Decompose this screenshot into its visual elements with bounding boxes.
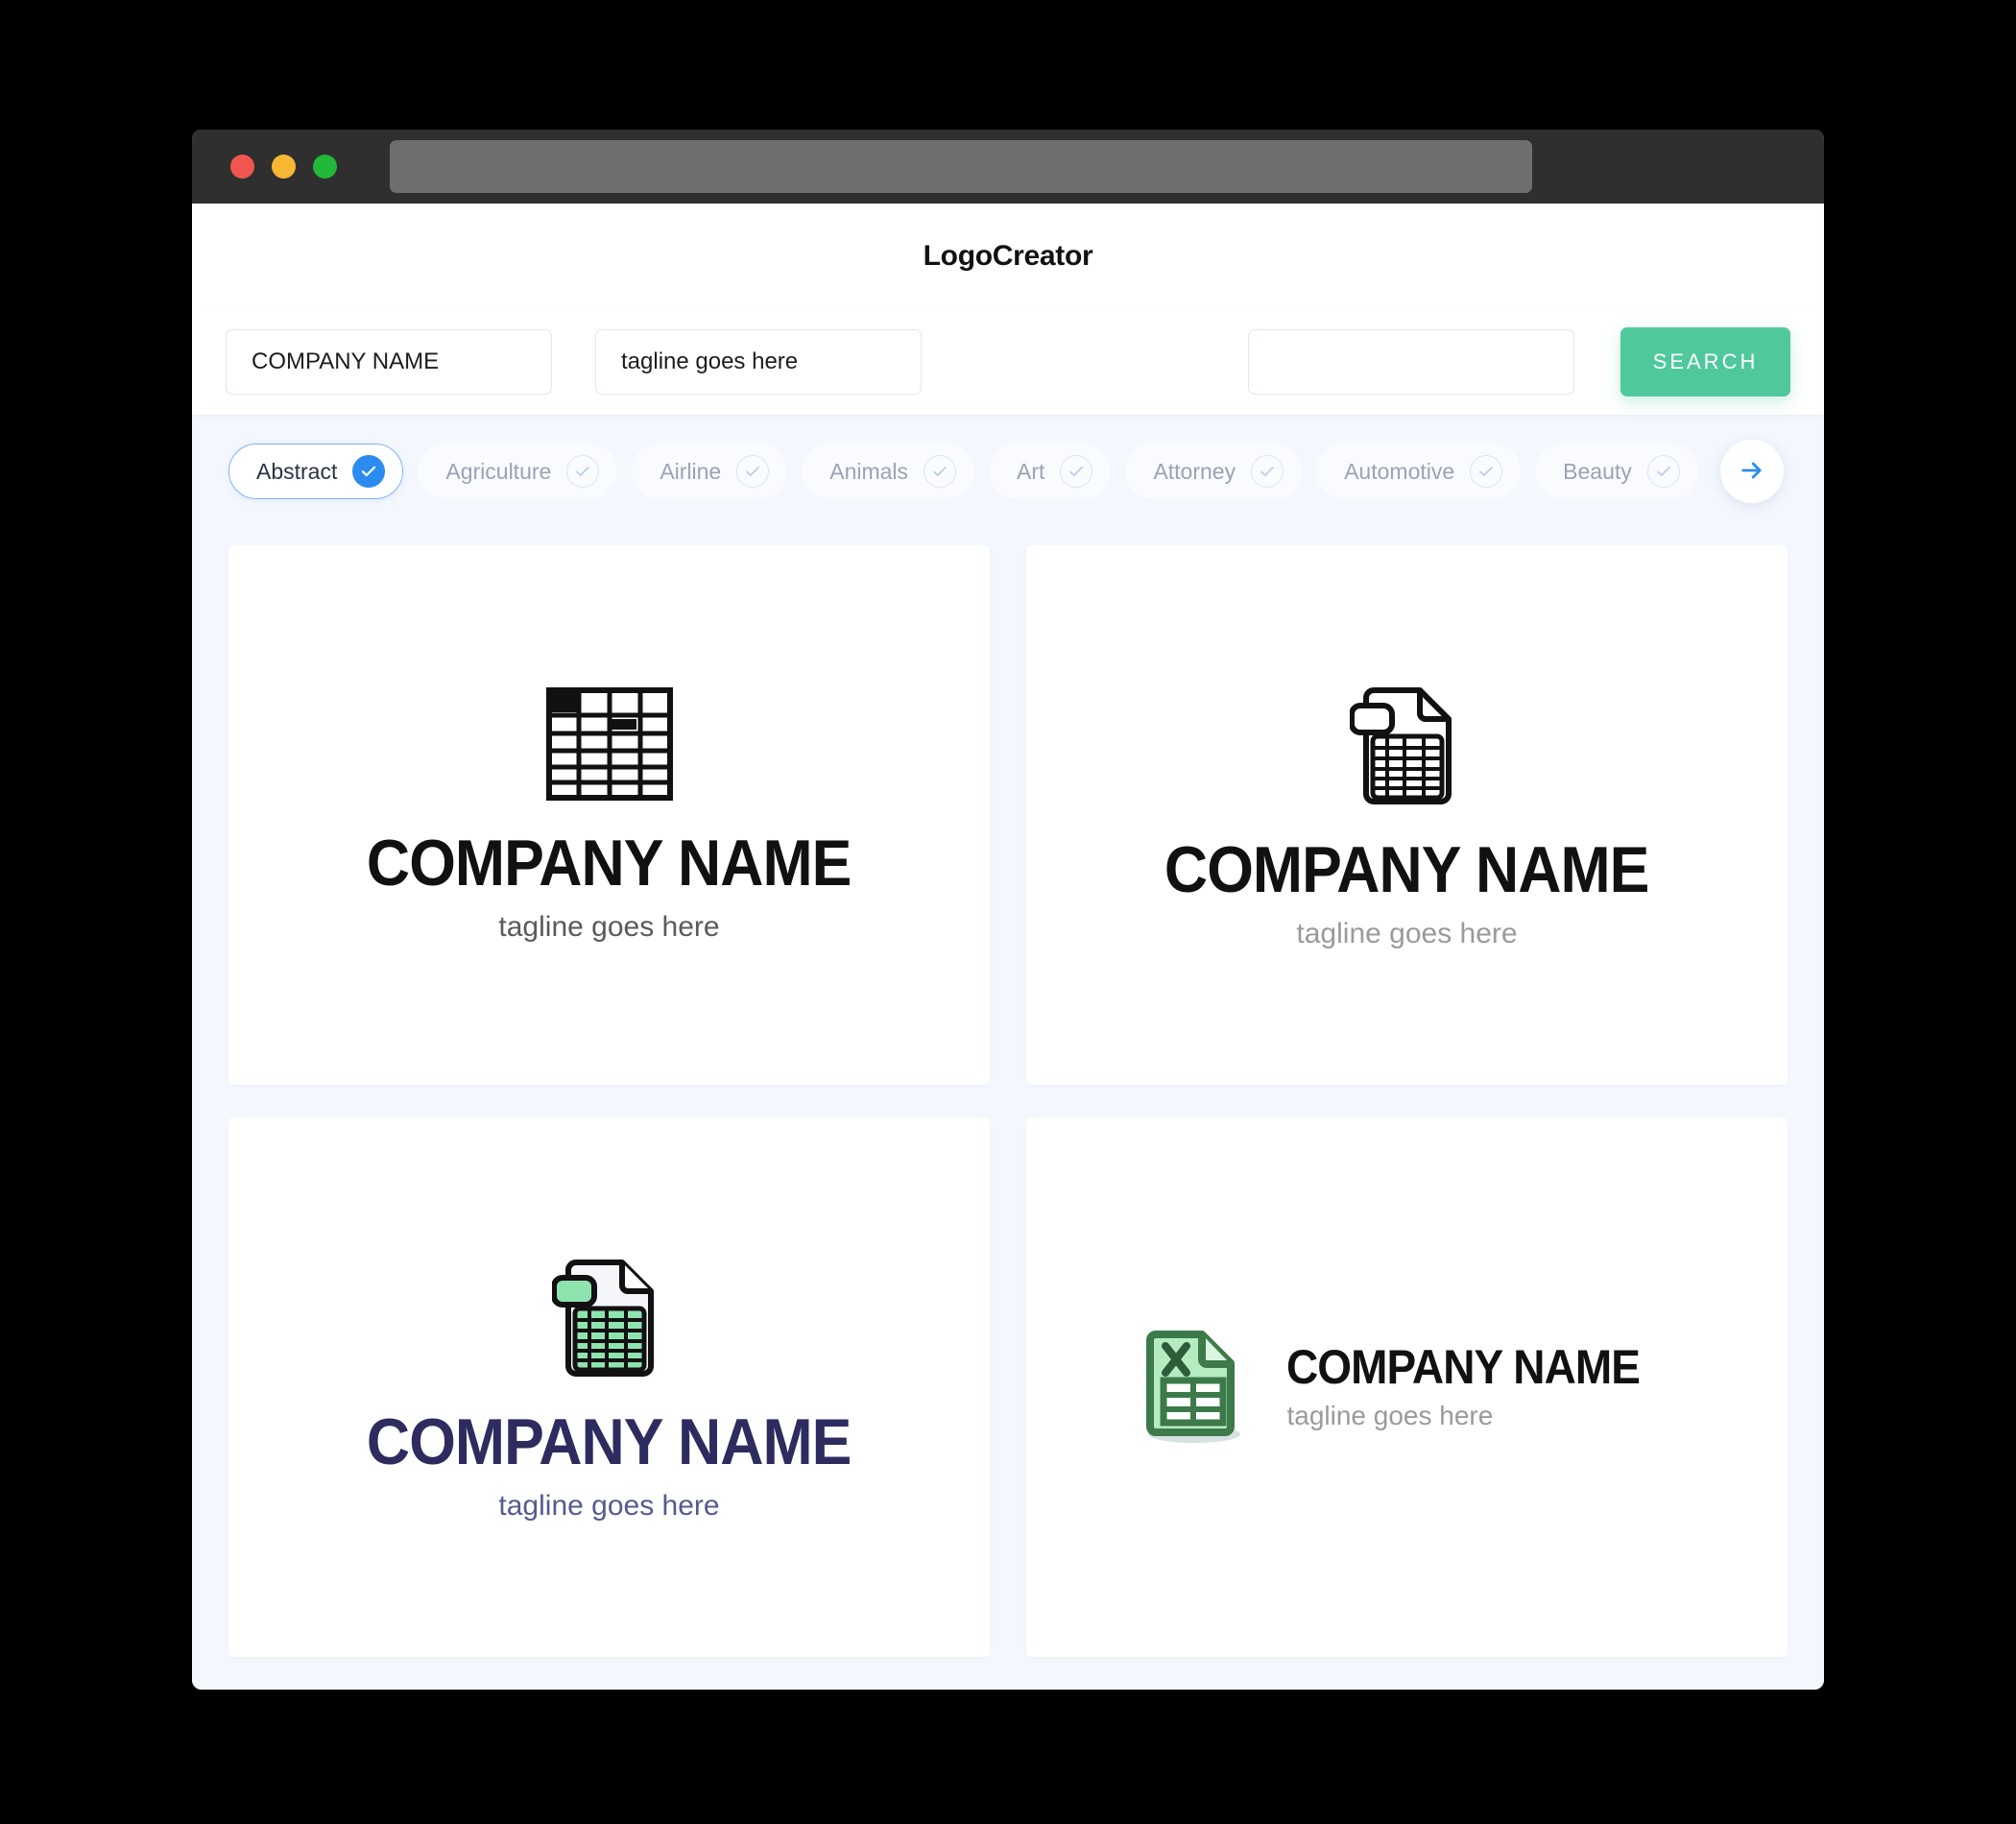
category-chip-animals[interactable]: Animals: [802, 444, 975, 499]
category-chip-label: Attorney: [1153, 458, 1236, 484]
logo-text-block: COMPANY NAME tagline goes here: [1286, 1343, 1670, 1431]
category-chip-agriculture[interactable]: Agriculture: [418, 444, 618, 499]
browser-url-bar[interactable]: [390, 140, 1532, 193]
page-title: LogoCreator: [923, 240, 1093, 272]
category-chip-label: Automotive: [1344, 458, 1455, 484]
browser-window: LogoCreator SEARCH Abstract Agriculture: [192, 130, 1824, 1690]
category-chip-label: Agriculture: [445, 458, 552, 484]
category-chip-art[interactable]: Art: [989, 444, 1112, 499]
check-circle-icon: [566, 455, 600, 488]
category-chip-label: Animals: [829, 458, 909, 484]
document-table-green-icon: [550, 1253, 667, 1384]
logo-card[interactable]: COMPANY NAME tagline goes here: [228, 545, 990, 1085]
check-circle-icon: [736, 455, 770, 488]
screenshot-stage: LogoCreator SEARCH Abstract Agriculture: [0, 0, 2016, 1824]
category-chip-abstract[interactable]: Abstract: [228, 444, 404, 499]
search-button[interactable]: SEARCH: [1620, 327, 1790, 396]
logo-company-name: COMPANY NAME: [1164, 832, 1649, 906]
category-chip-label: Art: [1017, 458, 1045, 484]
logo-card[interactable]: COMPANY NAME tagline goes here: [1026, 545, 1788, 1085]
logo-company-name: COMPANY NAME: [1286, 1340, 1641, 1394]
logo-company-name: COMPANY NAME: [367, 826, 852, 900]
category-chip-label: Abstract: [256, 458, 338, 484]
check-circle-icon: [924, 455, 957, 488]
window-controls: [230, 155, 337, 179]
logo-tagline: tagline goes here: [1286, 1401, 1494, 1430]
check-circle-icon: [1470, 455, 1503, 488]
category-filter-bar: Abstract Agriculture Airline Animals Art…: [192, 415, 1824, 528]
logo-tagline: tagline goes here: [498, 910, 720, 943]
document-table-outline-icon: [1348, 681, 1465, 812]
categories-next-button[interactable]: [1720, 440, 1784, 503]
minimize-window-button[interactable]: [272, 155, 296, 179]
excel-file-icon: [1142, 1325, 1254, 1451]
logo-card[interactable]: COMPANY NAME tagline goes here: [1026, 1117, 1788, 1657]
category-chip-automotive[interactable]: Automotive: [1316, 444, 1522, 499]
logo-text-block: COMPANY NAME tagline goes here: [1143, 837, 1669, 950]
check-circle-icon: [1060, 455, 1093, 488]
logo-company-name: COMPANY NAME: [367, 1404, 852, 1478]
check-circle-icon: [352, 455, 386, 488]
category-chip-beauty[interactable]: Beauty: [1535, 444, 1698, 499]
category-chip-airline[interactable]: Airline: [632, 444, 788, 499]
category-chip-label: Airline: [660, 458, 722, 484]
category-chip-label: Beauty: [1563, 458, 1632, 484]
company-name-input[interactable]: [226, 329, 552, 395]
logo-text-block: COMPANY NAME tagline goes here: [346, 830, 872, 944]
keyword-input[interactable]: [1248, 329, 1574, 395]
close-window-button[interactable]: [230, 155, 254, 179]
logo-tagline: tagline goes here: [1296, 917, 1518, 949]
check-circle-icon: [1251, 455, 1284, 488]
spreadsheet-grid-icon: [545, 686, 673, 805]
logo-card[interactable]: COMPANY NAME tagline goes here: [228, 1117, 990, 1657]
tagline-input[interactable]: [595, 329, 922, 395]
search-toolbar: SEARCH: [192, 309, 1824, 415]
logo-tagline: tagline goes here: [498, 1489, 720, 1522]
arrow-right-icon: [1739, 457, 1765, 487]
check-circle-icon: [1646, 455, 1680, 488]
maximize-window-button[interactable]: [313, 155, 337, 179]
browser-titlebar: [192, 130, 1824, 204]
app-header: LogoCreator: [192, 204, 1824, 309]
logo-text-block: COMPANY NAME tagline goes here: [346, 1409, 872, 1523]
logo-results-grid: COMPANY NAME tagline goes here COMPANY N…: [192, 528, 1824, 1690]
category-chip-attorney[interactable]: Attorney: [1125, 444, 1303, 499]
